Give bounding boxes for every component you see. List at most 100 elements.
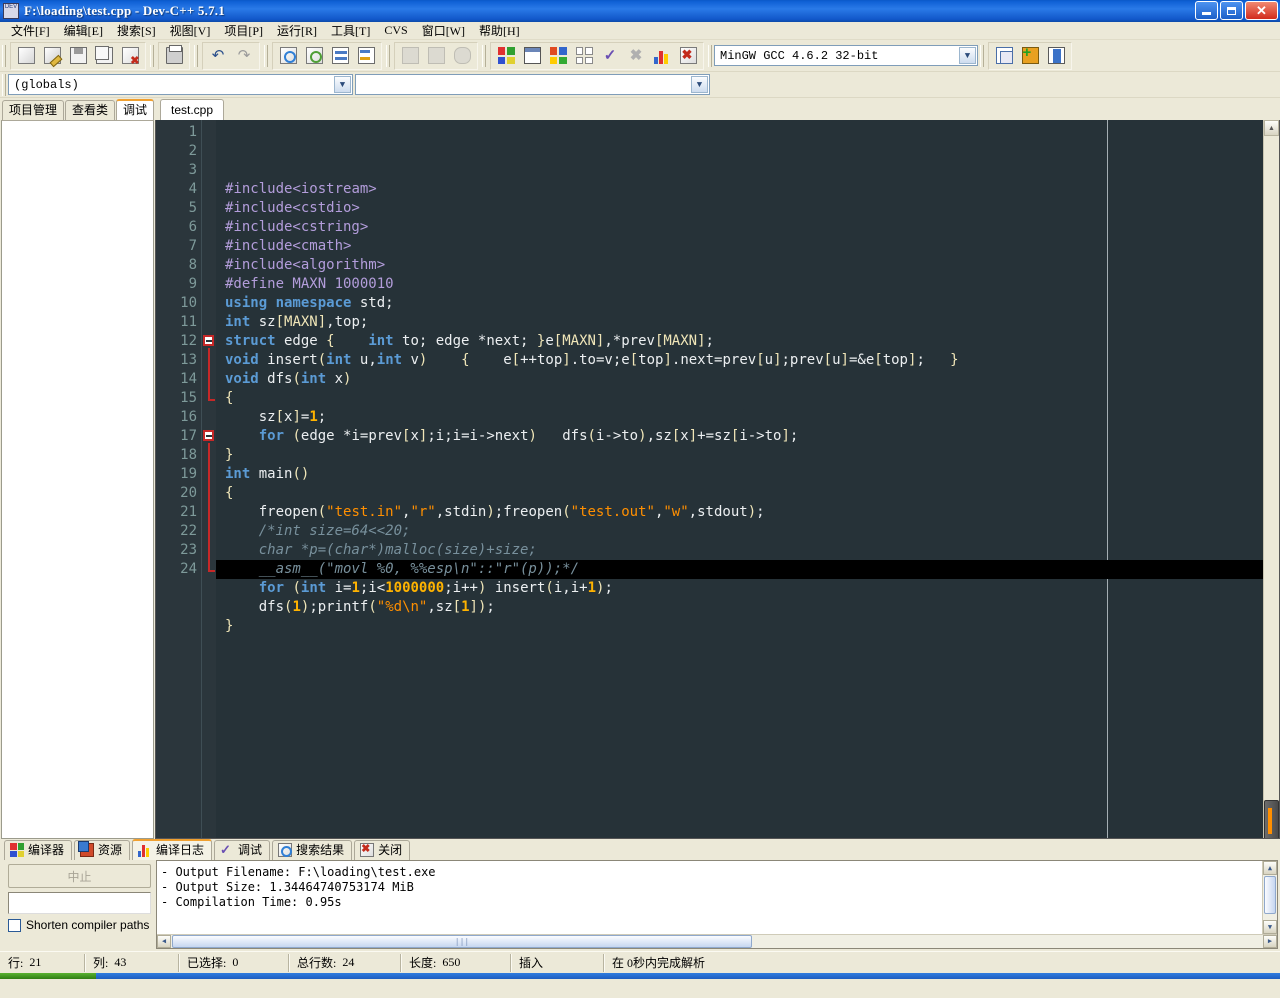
new-file-button[interactable] bbox=[13, 44, 39, 68]
menu-run[interactable]: 运行[R] bbox=[270, 21, 324, 40]
scroll-up-button[interactable]: ▲ bbox=[1264, 120, 1279, 136]
chevron-down-icon[interactable]: ▼ bbox=[959, 47, 976, 64]
log-scroll-right-button[interactable]: ▶ bbox=[1263, 935, 1277, 948]
debug-panel-body[interactable] bbox=[1, 120, 154, 839]
code-line[interactable]: #include<cmath> bbox=[216, 237, 1263, 256]
log-scroll-up-button[interactable]: ▲ bbox=[1263, 861, 1277, 875]
tab-search-results[interactable]: 搜索结果 bbox=[272, 840, 352, 860]
class-combo[interactable]: ▼ bbox=[355, 74, 710, 95]
toolbar-grip-7[interactable] bbox=[708, 45, 712, 67]
save-all-button[interactable] bbox=[91, 44, 117, 68]
run-button[interactable] bbox=[519, 44, 545, 68]
code-line[interactable]: using namespace std; bbox=[216, 294, 1263, 313]
project-window-button[interactable] bbox=[991, 44, 1017, 68]
menu-tools[interactable]: 工具[T] bbox=[324, 21, 377, 40]
nav-back-button[interactable] bbox=[397, 44, 423, 68]
toolbar-grip[interactable] bbox=[2, 45, 6, 67]
toolbar-grip-6[interactable] bbox=[482, 45, 486, 67]
toggle-panel-button[interactable] bbox=[1043, 44, 1069, 68]
code-line[interactable]: } bbox=[216, 617, 1263, 636]
code-line[interactable]: #define MAXN 1000010 bbox=[216, 275, 1263, 294]
code-line[interactable]: { bbox=[216, 484, 1263, 503]
code-line[interactable]: int main() bbox=[216, 465, 1263, 484]
compile-run-button[interactable] bbox=[545, 44, 571, 68]
fold-collapse-icon[interactable] bbox=[203, 335, 214, 346]
print-button[interactable] bbox=[161, 44, 187, 68]
tab-class-browser[interactable]: 查看类 bbox=[65, 100, 115, 120]
tab-compile-log[interactable]: 编译日志 bbox=[132, 839, 212, 860]
code-line[interactable]: void dfs(int x) bbox=[216, 370, 1263, 389]
nav-forward-button[interactable] bbox=[423, 44, 449, 68]
redo-button[interactable]: ↷ bbox=[231, 44, 257, 68]
shorten-paths-checkbox[interactable] bbox=[8, 919, 21, 932]
toolbar-grip-5[interactable] bbox=[386, 45, 390, 67]
code-line[interactable]: __asm__("movl %0, %%esp\n"::"r"(p));*/ bbox=[216, 560, 1263, 579]
tab-compiler[interactable]: 编译器 bbox=[4, 840, 72, 860]
log-vertical-scrollbar[interactable]: ▲ ▼ bbox=[1262, 861, 1277, 934]
close-file-button[interactable] bbox=[117, 44, 143, 68]
tab-debug[interactable]: 调试 bbox=[116, 99, 154, 120]
replace-button[interactable] bbox=[301, 44, 327, 68]
chevron-down-icon-scope[interactable]: ▼ bbox=[334, 76, 351, 93]
undo-button[interactable]: ↶ bbox=[205, 44, 231, 68]
menu-file[interactable]: 文件[F] bbox=[4, 21, 57, 40]
menu-cvs[interactable]: CVS bbox=[377, 22, 414, 39]
log-scroll-down-button[interactable]: ▼ bbox=[1263, 920, 1277, 934]
tab-project-manager[interactable]: 项目管理 bbox=[2, 100, 64, 120]
add-to-project-button[interactable] bbox=[1017, 44, 1043, 68]
compile-log-pane[interactable]: - Output Filename: F:\loading\test.exe -… bbox=[156, 860, 1278, 949]
save-button[interactable] bbox=[65, 44, 91, 68]
goto-line-button[interactable] bbox=[327, 44, 353, 68]
toolbar-grip-8[interactable] bbox=[980, 45, 984, 67]
log-scroll-thumb[interactable] bbox=[1264, 876, 1276, 914]
menu-view[interactable]: 视图[V] bbox=[163, 21, 218, 40]
tab-debug-output[interactable]: ✓ 调试 bbox=[214, 840, 270, 860]
menu-project[interactable]: 项目[P] bbox=[217, 21, 270, 40]
fold-collapse-icon[interactable] bbox=[203, 430, 214, 441]
log-horizontal-scrollbar[interactable]: ◀ ||| ▶ bbox=[157, 934, 1277, 948]
code-line[interactable]: for (int i=1;i<1000000;i++) insert(i,i+1… bbox=[216, 579, 1263, 598]
find-button[interactable] bbox=[275, 44, 301, 68]
toolbar-grip-2[interactable] bbox=[150, 45, 154, 67]
code-line[interactable]: void insert(int u,int v) { e[++top].to=v… bbox=[216, 351, 1263, 370]
code-editor[interactable]: 123456789101112131415161718192021222324 … bbox=[155, 120, 1280, 839]
toolbar-grip-3[interactable] bbox=[194, 45, 198, 67]
tab-resources[interactable]: 资源 bbox=[74, 840, 130, 860]
abort-button[interactable]: 中止 bbox=[8, 864, 151, 888]
menu-help[interactable]: 帮助[H] bbox=[472, 21, 527, 40]
delete-profile-button[interactable] bbox=[675, 44, 701, 68]
code-line[interactable]: } bbox=[216, 446, 1263, 465]
toolbar-grip-4[interactable] bbox=[264, 45, 268, 67]
stop-execution-button[interactable]: ✖ bbox=[623, 44, 649, 68]
log-hscroll-thumb[interactable]: ||| bbox=[172, 935, 752, 948]
goto-function-button[interactable] bbox=[353, 44, 379, 68]
code-line[interactable]: struct edge { int to; edge *next; }e[MAX… bbox=[216, 332, 1263, 351]
compile-button[interactable] bbox=[493, 44, 519, 68]
menu-window[interactable]: 窗口[W] bbox=[415, 21, 472, 40]
shorten-paths-row[interactable]: Shorten compiler paths bbox=[8, 918, 151, 932]
profile-button[interactable] bbox=[649, 44, 675, 68]
code-line[interactable]: #include<algorithm> bbox=[216, 256, 1263, 275]
tab-close[interactable]: 关闭 bbox=[354, 840, 410, 860]
browser-grip[interactable] bbox=[2, 74, 6, 96]
code-line[interactable]: dfs(1);printf("%d\n",sz[1]); bbox=[216, 598, 1263, 617]
toggle-bookmark-button[interactable] bbox=[449, 44, 475, 68]
code-line[interactable]: freopen("test.in","r",stdin);freopen("te… bbox=[216, 503, 1263, 522]
code-line[interactable]: #include<cstring> bbox=[216, 218, 1263, 237]
syntax-check-button[interactable]: ✓ bbox=[597, 44, 623, 68]
code-line[interactable]: #include<cstdio> bbox=[216, 199, 1263, 218]
compiler-combo[interactable]: MinGW GCC 4.6.2 32-bit ▼ bbox=[714, 45, 978, 66]
code-line[interactable]: for (edge *i=prev[x];i;i=i->next) dfs(i-… bbox=[216, 427, 1263, 446]
code-line[interactable]: #include<iostream> bbox=[216, 180, 1263, 199]
menu-search[interactable]: 搜索[S] bbox=[110, 21, 163, 40]
maximize-button[interactable] bbox=[1220, 1, 1243, 20]
close-button[interactable]: ✕ bbox=[1245, 1, 1278, 20]
chevron-down-icon-class[interactable]: ▼ bbox=[691, 76, 708, 93]
open-file-button[interactable] bbox=[39, 44, 65, 68]
scope-combo[interactable]: (globals) ▼ bbox=[8, 74, 353, 95]
code-line[interactable]: { bbox=[216, 389, 1263, 408]
log-scroll-left-button[interactable]: ◀ bbox=[157, 935, 171, 948]
rebuild-all-button[interactable] bbox=[571, 44, 597, 68]
editor-vertical-scrollbar[interactable]: ▲ bbox=[1263, 120, 1279, 838]
tab-test-cpp[interactable]: test.cpp bbox=[160, 99, 224, 120]
